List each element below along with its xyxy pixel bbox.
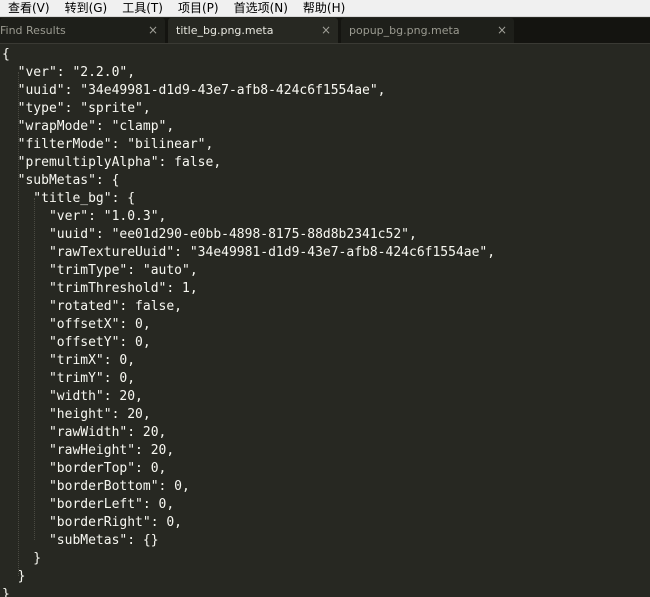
code-line: "offsetY": 0, bbox=[2, 335, 151, 350]
menu-help[interactable]: 帮助(H) bbox=[303, 0, 345, 17]
code-line: "height": 20, bbox=[2, 407, 151, 422]
code-line: "subMetas": {} bbox=[2, 533, 159, 548]
code-line: "wrapMode": "clamp", bbox=[2, 119, 175, 134]
tab-bar: Find Results × title_bg.png.meta × popup… bbox=[0, 18, 650, 44]
menu-goto[interactable]: 转到(G) bbox=[65, 0, 108, 17]
tab-popup-bg-meta[interactable]: popup_bg.png.meta × bbox=[341, 18, 514, 43]
code-line: "trimX": 0, bbox=[2, 353, 136, 368]
code-editor[interactable]: { "ver": "2.2.0", "uuid": "34e49981-d1d9… bbox=[0, 44, 650, 597]
code-line: "uuid": "ee01d290-e0bb-4898-8175-88d8b23… bbox=[2, 227, 417, 242]
code-line: "trimType": "auto", bbox=[2, 263, 198, 278]
code-line: "trimThreshold": 1, bbox=[2, 281, 198, 296]
code-line: "filterMode": "bilinear", bbox=[2, 137, 214, 152]
code-line: "title_bg": { bbox=[2, 191, 136, 206]
code-line: { bbox=[2, 47, 10, 62]
menu-view[interactable]: 查看(V) bbox=[8, 0, 50, 17]
code-line: "offsetX": 0, bbox=[2, 317, 151, 332]
code-line: "rawTextureUuid": "34e49981-d1d9-43e7-af… bbox=[2, 245, 496, 260]
code-line: "width": 20, bbox=[2, 389, 143, 404]
tab-title-bg-meta[interactable]: title_bg.png.meta × bbox=[168, 18, 338, 43]
code-line: "ver": "2.2.0", bbox=[2, 65, 136, 80]
code-line: "ver": "1.0.3", bbox=[2, 209, 167, 224]
code-line: "borderLeft": 0, bbox=[2, 497, 175, 512]
code-line: "borderBottom": 0, bbox=[2, 479, 190, 494]
tab-label: popup_bg.png.meta bbox=[349, 24, 460, 37]
code-line: "trimY": 0, bbox=[2, 371, 136, 386]
tab-find-results[interactable]: Find Results × bbox=[0, 18, 165, 43]
code-line: "premultiplyAlpha": false, bbox=[2, 155, 222, 170]
close-icon[interactable]: × bbox=[320, 23, 332, 37]
menu-project[interactable]: 项目(P) bbox=[178, 0, 219, 17]
code-line: "rotated": false, bbox=[2, 299, 183, 314]
menu-preferences[interactable]: 首选项(N) bbox=[234, 0, 288, 17]
close-icon[interactable]: × bbox=[147, 23, 159, 37]
code-line: "rawHeight": 20, bbox=[2, 443, 175, 458]
code-line: } bbox=[2, 551, 42, 566]
menu-bar: 查看(V) 转到(G) 工具(T) 项目(P) 首选项(N) 帮助(H) bbox=[0, 0, 650, 17]
code-line: } bbox=[2, 569, 26, 584]
code-line: "subMetas": { bbox=[2, 173, 120, 188]
tab-label: title_bg.png.meta bbox=[176, 24, 274, 37]
close-icon[interactable]: × bbox=[496, 23, 508, 37]
code-line: "uuid": "34e49981-d1d9-43e7-afb8-424c6f1… bbox=[2, 83, 386, 98]
code-line: "borderRight": 0, bbox=[2, 515, 183, 530]
code-line: "type": "sprite", bbox=[2, 101, 151, 116]
tab-label: Find Results bbox=[0, 24, 66, 37]
code-line: } bbox=[2, 587, 10, 597]
code-line: "borderTop": 0, bbox=[2, 461, 167, 476]
menu-tools[interactable]: 工具(T) bbox=[122, 0, 163, 17]
code-line: "rawWidth": 20, bbox=[2, 425, 167, 440]
